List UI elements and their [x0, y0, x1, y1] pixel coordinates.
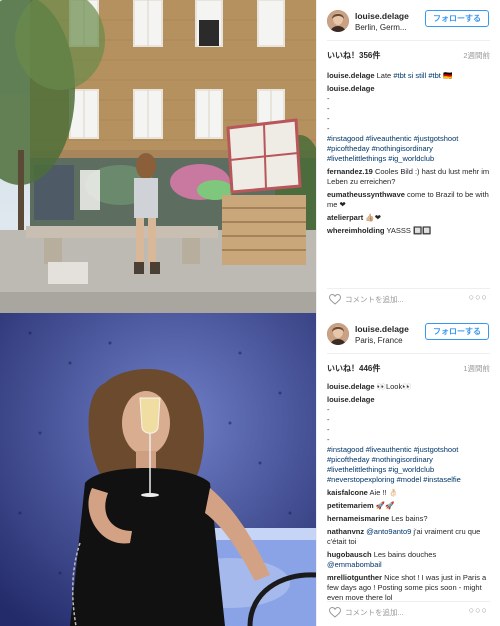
post-username[interactable]: louise.delage — [355, 324, 409, 334]
comment-username[interactable]: fernandez.19 — [327, 167, 373, 176]
comment-text: YASSS 🔲🔲 — [386, 226, 432, 235]
heart-icon[interactable] — [329, 607, 341, 618]
post-berlin: louise.delage Berlin, Germ... フォローする いいね… — [0, 0, 500, 313]
heart-icon[interactable] — [329, 294, 341, 305]
comments-list: louise.delage 👀Look👀 louise.delage - - -… — [327, 382, 492, 606]
comment: petitemariem 🚀🚀 — [327, 501, 492, 511]
caption: louise.delage 👀Look👀 — [327, 382, 492, 392]
comment-username[interactable]: mrelliotgunther — [327, 573, 382, 582]
comment-username[interactable]: louise.delage — [327, 395, 375, 404]
hashtag-line[interactable]: #livethelittlethings #ig_worldclub — [327, 465, 492, 475]
post-header: louise.delage Berlin, Germ... フォローする — [327, 8, 497, 38]
post-time[interactable]: 2週間前 — [463, 50, 490, 61]
comment-mention[interactable]: @emmabombail — [327, 560, 492, 570]
comment-mention[interactable]: @anto9anto9 — [366, 527, 411, 536]
avatar[interactable] — [327, 10, 349, 32]
comment: fernandez.19 Cooles Bild :) hast du lust… — [327, 167, 492, 187]
paris-photo-image — [0, 313, 316, 626]
flag-germany-icon: 🇩🇪 — [442, 71, 453, 80]
hashtag-line[interactable]: #picoftheday #nothingisordinary — [327, 144, 492, 154]
divider — [327, 40, 490, 41]
comment-username[interactable]: whereimholding — [327, 226, 385, 235]
dash-line: - — [327, 415, 330, 424]
post-side-panel: louise.delage Paris, France フォローする いいね！4… — [316, 313, 500, 626]
comment-username[interactable]: atelierpart — [327, 213, 363, 222]
comment: atelierpart 👍🏼❤ — [327, 213, 492, 223]
comment-username[interactable]: kaisfalcone — [327, 488, 368, 497]
caption-text: 👀Look👀 — [376, 382, 412, 391]
post-location[interactable]: Berlin, Germ... — [355, 23, 407, 32]
divider — [327, 353, 490, 354]
likes-count[interactable]: いいね！446件 — [327, 363, 380, 374]
dash-line: - — [327, 94, 330, 103]
dash-line: - — [327, 405, 330, 414]
caption-username[interactable]: louise.delage — [327, 71, 375, 80]
post-location[interactable]: Paris, France — [355, 336, 403, 345]
hashtag-line[interactable]: #livethelittlethings #ig_worldclub — [327, 154, 492, 164]
dash-line: - — [327, 104, 330, 113]
comment: eumatheussynthwave come to Brazil to be … — [327, 190, 492, 210]
post-username[interactable]: louise.delage — [355, 11, 409, 21]
hashtag-line[interactable]: #instagood #liveauthentic #justgotshoot — [327, 134, 492, 144]
post-paris: louise.delage Paris, France フォローする いいね！4… — [0, 313, 500, 626]
add-comment-bar: コメントを追加... ○○○ — [327, 288, 490, 308]
hashtag-line[interactable]: #picoftheday #nothingisordinary — [327, 455, 492, 465]
follow-button[interactable]: フォローする — [425, 323, 489, 340]
comment: nathanvnz @anto9anto9 j'ai vraiment cru … — [327, 527, 492, 547]
caption-comment: louise.delage - - - - #instagood #liveau… — [327, 395, 492, 485]
dash-line: - — [327, 124, 330, 133]
caption-hashtags[interactable]: #tbt si still #tbt — [393, 71, 441, 80]
comments-list: louise.delage Late #tbt si still #tbt 🇩🇪… — [327, 71, 492, 239]
comment-username[interactable]: louise.delage — [327, 84, 375, 93]
comment-text: Les bains? — [391, 514, 428, 523]
post-header: louise.delage Paris, France フォローする — [327, 321, 497, 351]
dash-line: - — [327, 114, 330, 123]
comment-text: Aie !! 👌🏻 — [369, 488, 399, 497]
add-comment-input[interactable]: コメントを追加... — [345, 294, 404, 305]
comment: kaisfalcone Aie !! 👌🏻 — [327, 488, 492, 498]
comment: hernameismarine Les bains? — [327, 514, 492, 524]
post-time[interactable]: 1週間前 — [463, 363, 490, 374]
likes-count[interactable]: いいね！356件 — [327, 50, 380, 61]
avatar[interactable] — [327, 323, 349, 345]
post-side-panel: louise.delage Berlin, Germ... フォローする いいね… — [316, 0, 500, 313]
more-options-icon[interactable]: ○○○ — [469, 605, 488, 615]
comment-username[interactable]: eumatheussynthwave — [327, 190, 405, 199]
comment-text: 👍🏼❤ — [365, 213, 381, 222]
comment-username[interactable]: petitemariem — [327, 501, 374, 510]
berlin-photo-image — [0, 0, 316, 313]
caption-comment: louise.delage - - - - #instagood #liveau… — [327, 84, 492, 164]
add-comment-bar: コメントを追加... ○○○ — [327, 601, 490, 621]
comment-username[interactable]: nathanvnz — [327, 527, 364, 536]
dash-line: - — [327, 435, 330, 444]
caption-username[interactable]: louise.delage — [327, 382, 375, 391]
dash-line: - — [327, 425, 330, 434]
comment-text: Les bains douches — [373, 550, 437, 559]
comment-username[interactable]: hugobausch — [327, 550, 372, 559]
caption: louise.delage Late #tbt si still #tbt 🇩🇪 — [327, 71, 492, 81]
comment-username[interactable]: hernameismarine — [327, 514, 389, 523]
comment: mrelliotgunther Nice shot ! I was just i… — [327, 573, 492, 603]
comment: hugobausch Les bains douches @emmabombai… — [327, 550, 492, 570]
comment-text: 🚀🚀 — [375, 501, 395, 510]
caption-text: Late — [376, 71, 394, 80]
hashtag-line[interactable]: #instagood #liveauthentic #justgotshoot — [327, 445, 492, 455]
hashtag-line[interactable]: #neverstopexploring #model #instaselfie — [327, 475, 492, 485]
more-options-icon[interactable]: ○○○ — [469, 292, 488, 302]
post-photo-paris[interactable] — [0, 313, 316, 626]
comment: whereimholding YASSS 🔲🔲 — [327, 226, 492, 236]
follow-button[interactable]: フォローする — [425, 10, 489, 27]
post-photo-berlin[interactable] — [0, 0, 316, 313]
add-comment-input[interactable]: コメントを追加... — [345, 607, 404, 618]
